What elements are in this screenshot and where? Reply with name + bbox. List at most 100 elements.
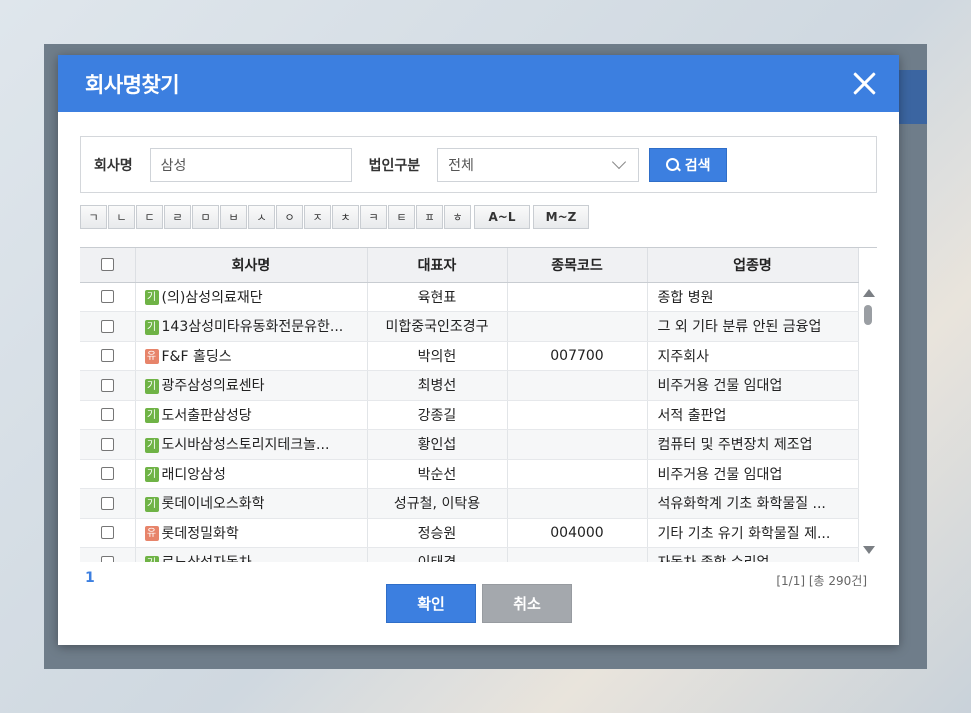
row-checkbox[interactable]: [100, 555, 114, 562]
stock-code-cell: [507, 429, 648, 460]
initial-filter-button[interactable]: ㄴ: [108, 205, 135, 229]
stock-code-cell: [507, 547, 648, 562]
table-row[interactable]: 기 (의)삼성의료재단 육현표 종합 병원: [80, 282, 859, 312]
row-checkbox[interactable]: [100, 378, 114, 392]
company-name-cell[interactable]: 기 143삼성미타유동화전문유한...: [135, 311, 368, 342]
cancel-button[interactable]: 취소: [482, 584, 572, 623]
table-row[interactable]: 기 143삼성미타유동화전문유한... 미합중국인조경구 그 외 기타 분류 안된 금…: [80, 311, 859, 342]
initial-filter-button[interactable]: ㅎ: [444, 205, 471, 229]
row-checkbox[interactable]: [100, 496, 114, 510]
initial-filter-button[interactable]: M~Z: [533, 205, 589, 229]
row-checkbox[interactable]: [100, 437, 114, 451]
table-row[interactable]: 기 광주삼성의료센타 최병선 비주거용 건물 임대업: [80, 370, 859, 401]
initial-filter-button[interactable]: ㄷ: [136, 205, 163, 229]
table-scrollbar[interactable]: [859, 281, 877, 562]
corp-type-label: 법인구분: [368, 157, 421, 174]
initial-filter-button[interactable]: ㅅ: [248, 205, 275, 229]
initial-filter-button[interactable]: ㅊ: [332, 205, 359, 229]
ceo-cell: 박순선: [367, 459, 508, 489]
row-select-cell: [80, 429, 136, 460]
row-select-cell: [80, 488, 136, 519]
search-button-label: 검색: [684, 157, 711, 174]
industry-cell: 자동차 종합 수리업: [647, 547, 859, 562]
row-checkbox[interactable]: [100, 526, 114, 540]
company-type-badge: 기: [144, 290, 159, 306]
initial-filter-button[interactable]: ㅈ: [304, 205, 331, 229]
table-row[interactable]: 기르노삼성자동차이태경자동차 종합 수리업: [80, 547, 859, 562]
stock-code-cell: [507, 370, 648, 401]
chevron-down-icon: [612, 154, 627, 170]
company-name-cell[interactable]: 기 도서출판삼성당: [135, 400, 368, 430]
company-name-input[interactable]: 삼성: [149, 147, 352, 182]
company-name-text: 롯데정밀화학: [161, 525, 239, 542]
company-name-cell[interactable]: 기르노삼성자동차: [135, 547, 368, 562]
company-search-modal: 회사명찾기 회사명 삼성 법인구분 전체 검색 ㄱㄴㄷㄹㅁㅂㅅㅇㅈㅊㅋㅌㅍㅎ A~…: [58, 55, 899, 645]
company-name-text: 광주삼성의료센타: [161, 378, 265, 395]
ceo-cell: 미합중국인조경구: [367, 311, 508, 342]
initial-filter-button[interactable]: ㄱ: [80, 205, 107, 229]
search-button[interactable]: 검색: [649, 147, 728, 182]
table-row[interactable]: 유 F&F 홀딩스 박의헌 007700 지주회사: [80, 341, 859, 371]
company-name-text: 롯데이네오스화학: [161, 496, 265, 513]
stock-code-cell: [507, 282, 648, 312]
page-number-current[interactable]: 1: [85, 570, 95, 586]
row-checkbox[interactable]: [100, 349, 114, 363]
scroll-thumb[interactable]: [864, 305, 872, 325]
header-stock-code[interactable]: 종목코드: [507, 248, 648, 283]
row-checkbox[interactable]: [100, 408, 114, 422]
close-icon[interactable]: [849, 69, 879, 99]
company-type-badge: 기: [144, 378, 159, 394]
header-industry[interactable]: 업종명: [647, 248, 859, 283]
company-name-cell[interactable]: 기 도시바삼성스토리지테크놀...: [135, 429, 368, 460]
company-name-text: F&F 홀딩스: [161, 348, 232, 365]
ceo-cell: 황인섭: [367, 429, 508, 460]
initial-filter-button[interactable]: ㅋ: [360, 205, 387, 229]
company-name-text: 도시바삼성스토리지테크놀...: [161, 437, 330, 454]
company-type-badge: 기: [144, 467, 159, 483]
initial-filter-button[interactable]: ㅇ: [276, 205, 303, 229]
search-icon: [665, 157, 680, 172]
row-select-cell: [80, 341, 136, 371]
industry-cell: 기타 기초 유기 화학물질 제...: [647, 518, 859, 548]
table-row[interactable]: 유 롯데정밀화학 정승원 004000 기타 기초 유기 화학물질 제...: [80, 518, 859, 548]
industry-cell: 그 외 기타 분류 안된 금융업: [647, 311, 859, 342]
table-row[interactable]: 기 래디앙삼성 박순선 비주거용 건물 임대업: [80, 459, 859, 489]
table-row[interactable]: 기 롯데이네오스화학 성규철, 이탁용 석유화학계 기초 화학물질 ...: [80, 488, 859, 519]
confirm-button[interactable]: 확인: [386, 584, 476, 623]
company-name-cell[interactable]: 기 롯데이네오스화학: [135, 488, 368, 519]
industry-cell: 비주거용 건물 임대업: [647, 370, 859, 401]
company-name-cell[interactable]: 기 (의)삼성의료재단: [135, 282, 368, 312]
row-checkbox[interactable]: [100, 290, 114, 304]
scroll-up-icon[interactable]: [863, 289, 875, 297]
table-row[interactable]: 기 도서출판삼성당 강종길 서적 출판업: [80, 400, 859, 430]
row-select-cell: [80, 459, 136, 489]
company-name-cell[interactable]: 기 광주삼성의료센타: [135, 370, 368, 401]
select-all-checkbox[interactable]: [100, 258, 114, 272]
initial-filter-button[interactable]: ㅌ: [388, 205, 415, 229]
header-company-name[interactable]: 회사명: [135, 248, 368, 283]
initial-filter-button[interactable]: ㅁ: [192, 205, 219, 229]
initial-filter-button[interactable]: ㅂ: [220, 205, 247, 229]
stock-code-cell: [507, 311, 648, 342]
initial-filter-button[interactable]: ㅍ: [416, 205, 443, 229]
company-name-text: 143삼성미타유동화전문유한...: [161, 319, 344, 336]
company-type-badge: 유: [144, 526, 159, 542]
row-checkbox[interactable]: [100, 319, 114, 333]
row-select-cell: [80, 547, 136, 562]
corp-type-select[interactable]: 전체: [437, 147, 640, 182]
company-name-text: 르노삼성자동차: [162, 555, 252, 562]
ceo-cell: 정승원: [367, 518, 508, 548]
scroll-down-icon[interactable]: [863, 546, 875, 554]
modal-footer: 확인 취소: [386, 584, 572, 623]
initial-filter-bar: ㄱㄴㄷㄹㅁㅂㅅㅇㅈㅊㅋㅌㅍㅎ A~L M~Z: [80, 205, 590, 229]
header-ceo[interactable]: 대표자: [367, 248, 508, 283]
initial-filter-button[interactable]: ㄹ: [164, 205, 191, 229]
stock-code-cell: 007700: [507, 341, 648, 371]
row-checkbox[interactable]: [100, 467, 114, 481]
company-name-cell[interactable]: 유 롯데정밀화학: [135, 518, 368, 548]
company-name-cell[interactable]: 기 래디앙삼성: [135, 459, 368, 489]
table-row[interactable]: 기 도시바삼성스토리지테크놀... 황인섭 컴퓨터 및 주변장치 제조업: [80, 429, 859, 460]
initial-filter-button[interactable]: A~L: [474, 205, 530, 229]
company-name-cell[interactable]: 유 F&F 홀딩스: [135, 341, 368, 371]
row-select-cell: [80, 311, 136, 342]
